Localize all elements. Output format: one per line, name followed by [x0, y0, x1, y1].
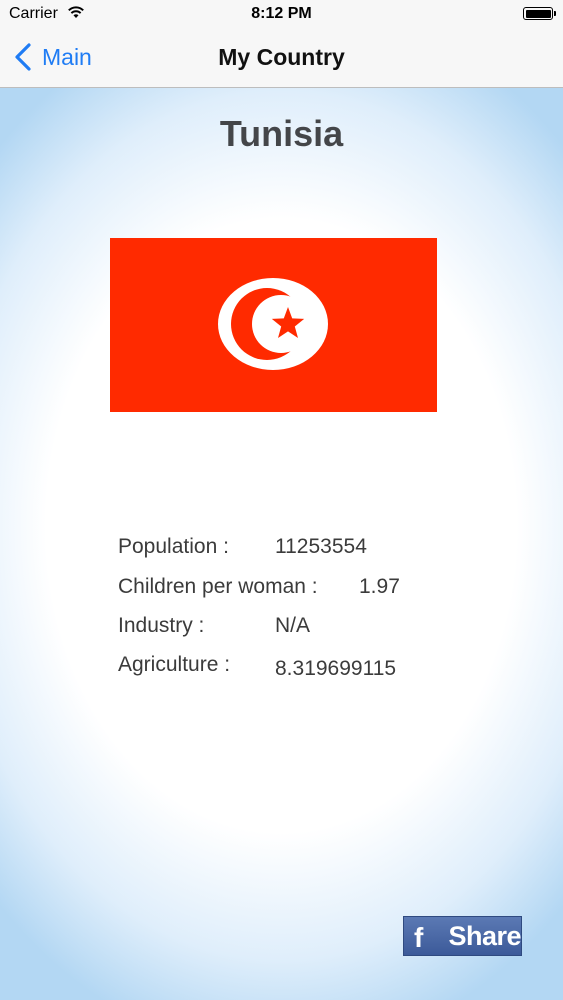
battery-nub [554, 11, 556, 16]
facebook-share-button[interactable]: f Share [403, 916, 522, 956]
stat-label: Children per woman : [118, 575, 318, 598]
share-button-label: Share [448, 920, 521, 951]
flag-image [110, 238, 437, 412]
battery-level [525, 9, 551, 18]
stat-value: N/A [275, 614, 311, 637]
stat-value: 8.319699115 [275, 657, 397, 680]
stat-label: Population : [118, 535, 229, 558]
country-name: Tunisia [219, 113, 344, 154]
navigation-bar: Main My Country [0, 30, 563, 87]
status-bar: Carrier 8:12 PM [0, 0, 563, 30]
stat-value: 1.97 [359, 575, 400, 598]
stat-label: Agriculture : [118, 653, 231, 676]
top-bar: Carrier 8:12 PM Main My Country [0, 0, 563, 88]
country-detail: Tunisia Population : 11253554 Children p… [0, 88, 563, 1000]
app-screen: Carrier 8:12 PM Main My Country Tunisia [0, 0, 563, 1000]
stat-label: Industry : [118, 614, 205, 637]
status-time: 8:12 PM [251, 5, 312, 22]
facebook-icon: f [414, 922, 424, 953]
battery-icon [523, 7, 553, 20]
page-title: My Country [218, 44, 345, 70]
stat-value: 11253554 [275, 535, 367, 558]
